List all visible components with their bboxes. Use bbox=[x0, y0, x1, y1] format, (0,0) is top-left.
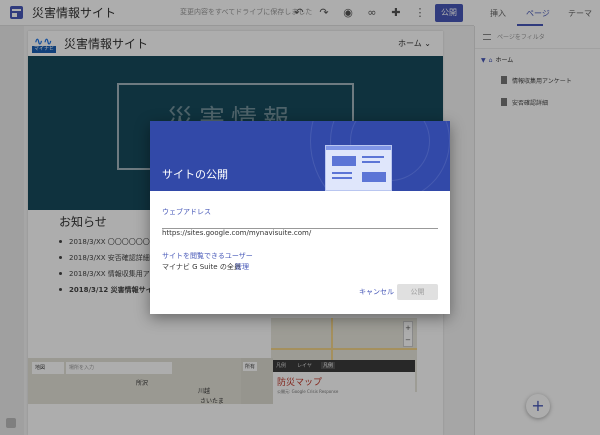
cancel-button[interactable]: キャンセル bbox=[359, 287, 394, 297]
site-illustration bbox=[325, 145, 392, 191]
viewers-label: サイトを閲覧できるユーザー bbox=[162, 252, 253, 260]
audience-text: マイナビ G Suite の全員 bbox=[162, 263, 241, 271]
web-address-input[interactable] bbox=[162, 219, 438, 229]
dialog-header: サイトの公開 bbox=[150, 121, 450, 191]
manage-link[interactable]: 管理 bbox=[235, 262, 249, 272]
url-prefix: https://sites.google.com/mynavisuite.com… bbox=[162, 229, 312, 237]
dialog-publish-button[interactable]: 公開 bbox=[397, 284, 438, 300]
publish-dialog: サイトの公開 ウェブアドレス https://sites.google.com/… bbox=[150, 121, 450, 314]
dialog-title: サイトの公開 bbox=[162, 168, 228, 181]
web-address-label: ウェブアドレス bbox=[162, 208, 211, 216]
